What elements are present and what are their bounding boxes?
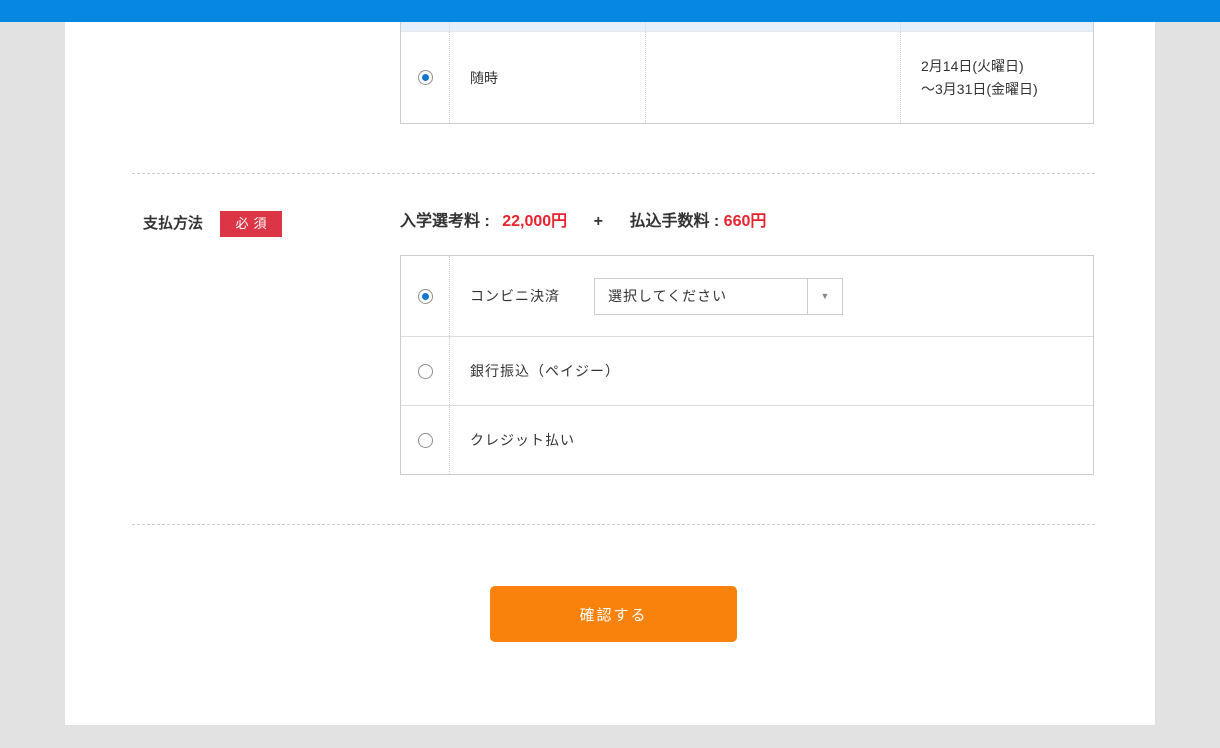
credit-card-radio[interactable] bbox=[418, 433, 433, 448]
credit-card-label: クレジット払い bbox=[470, 430, 575, 450]
required-badge: 必須 bbox=[220, 211, 282, 237]
section-divider-top bbox=[132, 173, 1095, 174]
fee-line: 入学選考料 : 22,000円 + 払込手数料 : 660円 bbox=[400, 209, 766, 235]
convenience-store-label: コンビニ決済 bbox=[470, 286, 560, 306]
convenience-store-radio-selected[interactable] bbox=[418, 289, 433, 304]
payment-option-credit-card: クレジット払い bbox=[401, 406, 1093, 474]
payment-option-bank-transfer: 銀行振込（ペイジー） bbox=[401, 337, 1093, 406]
section-divider-bottom bbox=[132, 524, 1095, 525]
content-card: 随時 2月14日(火曜日) ～3月31日(金曜日) 支払方法 必須 入学選考料 … bbox=[65, 0, 1155, 725]
fee-plus-sign: + bbox=[594, 213, 603, 230]
schedule-period-line2: ～3月31日(金曜日) bbox=[921, 78, 1038, 101]
handling-fee-value: 660円 bbox=[724, 213, 767, 230]
schedule-table: 随時 2月14日(火曜日) ～3月31日(金曜日) bbox=[400, 8, 1094, 124]
bank-transfer-radio[interactable] bbox=[418, 364, 433, 379]
schedule-radio-cell bbox=[401, 32, 450, 123]
bank-transfer-label: 銀行振込（ペイジー） bbox=[470, 361, 620, 381]
top-header-bar bbox=[0, 0, 1220, 22]
exam-fee-value: 22,000円 bbox=[502, 213, 567, 230]
dropdown-placeholder: 選択してください bbox=[595, 279, 807, 314]
schedule-label-cell: 随時 bbox=[450, 32, 646, 123]
payment-method-label: 支払方法 bbox=[143, 211, 203, 237]
schedule-period-line1: 2月14日(火曜日) bbox=[921, 55, 1038, 78]
convenience-store-dropdown[interactable]: 選択してください ▼ bbox=[594, 278, 843, 315]
schedule-label: 随時 bbox=[470, 68, 498, 88]
schedule-period-cell: 2月14日(火曜日) ～3月31日(金曜日) bbox=[901, 32, 1093, 123]
schedule-radio-selected[interactable] bbox=[418, 70, 433, 85]
confirm-button[interactable]: 確認する bbox=[490, 586, 737, 642]
schedule-period: 2月14日(火曜日) ～3月31日(金曜日) bbox=[921, 55, 1038, 101]
chevron-down-icon: ▼ bbox=[821, 291, 830, 301]
exam-fee-label: 入学選考料 : bbox=[400, 213, 490, 230]
schedule-table-row: 随時 2月14日(火曜日) ～3月31日(金曜日) bbox=[401, 32, 1093, 123]
schedule-empty-cell bbox=[646, 32, 901, 123]
handling-fee-label: 払込手数料 : bbox=[629, 213, 719, 230]
payment-option-convenience-store: コンビニ決済 選択してください ▼ bbox=[401, 256, 1093, 337]
payment-options-table: コンビニ決済 選択してください ▼ 銀行振込（ペイジー） bbox=[400, 255, 1094, 475]
